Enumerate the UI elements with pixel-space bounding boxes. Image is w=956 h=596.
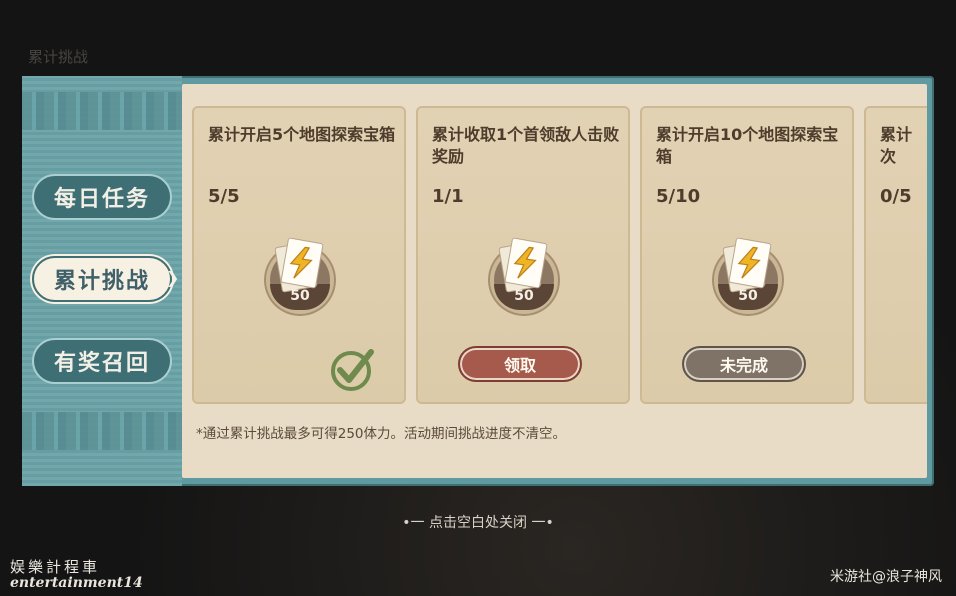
reward-count: 50	[738, 288, 758, 304]
card-title: 累计开启5个地图探索宝箱	[208, 125, 396, 144]
challenge-content: 累计开启5个地图探索宝箱 5/5 50 累计收取1个首领敌人击败奖励 1/1 5…	[182, 84, 927, 478]
card-title: 累计收取1个首领敌人击败奖励	[432, 125, 620, 166]
background-title: 累计挑战	[28, 48, 89, 66]
watermark-left-line1: 娱樂計程車	[10, 558, 101, 576]
reward-item[interactable]: 50	[482, 237, 566, 322]
close-hint[interactable]: •一 点击空白处关闭 一•	[0, 512, 956, 532]
challenge-card: 累计开启5个地图探索宝箱 5/5 50	[192, 106, 406, 404]
challenge-card: 累计开启10个地图探索宝箱 5/10 50 未完成	[640, 106, 854, 404]
claim-button-label: 领取	[503, 356, 536, 375]
tab-label: 有奖召回	[53, 351, 150, 376]
card-progress: 1/1	[432, 186, 464, 207]
challenge-panel: 每日任务 累计挑战 有奖召回 ❯ 累计开启5个地图探索宝箱 5/5 50 累计收…	[22, 76, 934, 486]
tab-label: 累计挑战	[53, 269, 150, 294]
card-title: 累计开启10个地图探索宝箱	[656, 125, 839, 166]
card-progress: 0/5	[880, 186, 912, 207]
sidebar: 每日任务 累计挑战 有奖召回	[22, 76, 182, 486]
watermark-left-line2: entertainment14	[10, 575, 143, 591]
reward-count: 50	[514, 288, 534, 304]
watermark-right: 米游社@浪子神风	[830, 569, 942, 585]
stamina-card-icon	[513, 246, 537, 279]
challenge-card: 累计收取1个首领敌人击败奖励 1/1 50 领取	[416, 106, 630, 404]
challenge-note: *通过累计挑战最多可得250体力。活动期间挑战进度不清空。	[196, 426, 567, 442]
watermark-left: 娱樂計程車 entertainment14	[10, 556, 143, 591]
card-title: 累计次	[880, 125, 913, 166]
challenge-card-list[interactable]: 累计开启5个地图探索宝箱 5/5 50 累计收取1个首领敌人击败奖励 1/1 5…	[192, 106, 927, 406]
sidebar-decoration-bottom	[22, 412, 182, 450]
challenge-card: 累计次 0/5	[864, 106, 927, 404]
tab-cumulative-challenge[interactable]: 累计挑战	[32, 256, 172, 302]
tab-label: 每日任务	[53, 187, 150, 212]
claim-button[interactable]: 领取	[458, 346, 582, 382]
stamina-card-icon	[289, 246, 313, 279]
active-tab-arrow-icon: ❯	[166, 268, 180, 287]
tab-daily-tasks[interactable]: 每日任务	[32, 174, 172, 220]
stamina-card-icon	[737, 246, 761, 279]
reward-count: 50	[290, 288, 310, 304]
tab-reward-recall[interactable]: 有奖召回	[32, 338, 172, 384]
card-progress: 5/5	[208, 186, 240, 207]
sidebar-decoration-top	[22, 92, 182, 130]
card-progress: 5/10	[656, 186, 701, 207]
incomplete-button-label: 未完成	[719, 356, 768, 375]
completed-check-icon	[331, 349, 374, 391]
incomplete-button[interactable]: 未完成	[682, 346, 806, 382]
reward-item[interactable]: 50	[706, 237, 790, 322]
reward-item[interactable]: 50	[258, 237, 342, 322]
